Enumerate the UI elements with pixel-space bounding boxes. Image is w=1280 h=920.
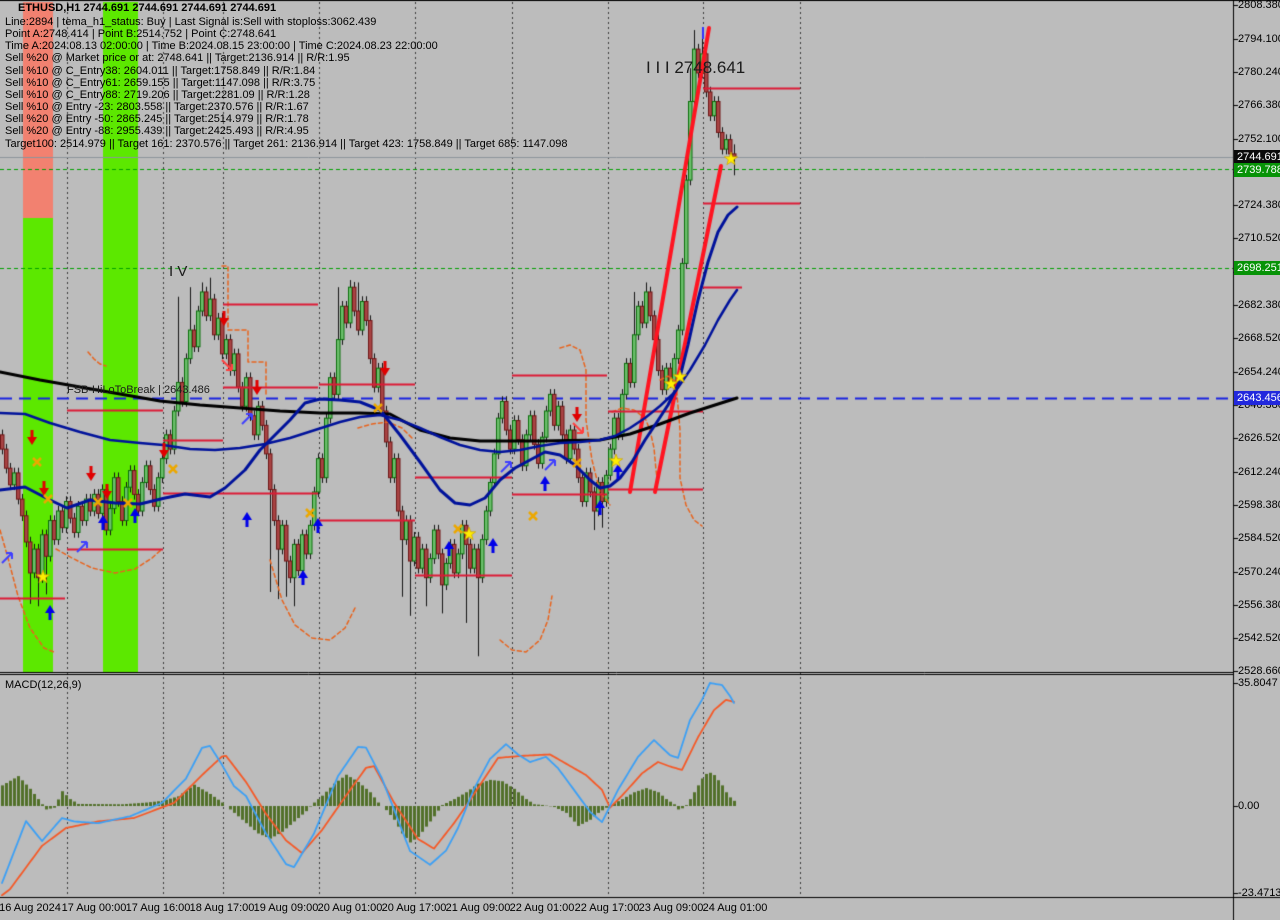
price-axis[interactable]: 2808.380 2794.100 2780.240 2766.380 2752.100… [1234, 0, 1280, 898]
price-badge: 2643.456 [1234, 391, 1280, 405]
sell-market-line: Sell %20 @ Market price or at: 2748.641 … [5, 52, 350, 64]
sell-entry38-line: Sell %10 @ C_Entry38: 2604.011 || Target… [5, 65, 315, 77]
sell-entry-50-line: Sell %20 @ Entry -50: 2865.245 || Target… [5, 113, 309, 125]
times-line: Time A:2024.08.13 02:00:00 | Time B:2024… [5, 40, 438, 52]
elliott-wave3-label: I I I 2748.641 [646, 58, 745, 78]
price-axis-label: 2654.240 [1238, 366, 1280, 378]
time-axis-label: 24 Aug 01:00 [703, 902, 768, 914]
price-axis-label: 2710.520 [1238, 232, 1280, 244]
time-axis-label: 17 Aug 16:00 [126, 902, 191, 914]
time-axis-label: 17 Aug 00:00 [62, 902, 127, 914]
targets-line: Target100: 2514.979 || Target 161: 2370.… [5, 138, 568, 150]
price-axis-label: 2682.380 [1238, 299, 1280, 311]
trading-chart-window: ETHUSD,H1 2744.691 2744.691 2744.691 274… [0, 0, 1280, 920]
price-axis-label: 2724.380 [1238, 199, 1280, 211]
price-axis-label: 2598.380 [1238, 499, 1280, 511]
price-axis-label: 2556.380 [1238, 599, 1280, 611]
time-axis-label: 18 Aug 17:00 [190, 902, 255, 914]
price-axis-label: 2570.240 [1238, 566, 1280, 578]
time-axis-label: 21 Aug 09:00 [446, 902, 511, 914]
elliott-wave4-label: I V [169, 263, 187, 280]
price-axis-label: 2584.520 [1238, 532, 1280, 544]
price-axis-label: 2612.240 [1238, 466, 1280, 478]
time-axis-label: 20 Aug 01:00 [318, 902, 383, 914]
time-axis-label: 23 Aug 09:00 [639, 902, 704, 914]
price-axis-label: 2808.380 [1238, 0, 1280, 11]
price-axis-label: 2626.520 [1238, 432, 1280, 444]
macd-indicator-label: MACD(12,26,9) [5, 679, 81, 691]
sell-entry61-line: Sell %10 @ C_Entry61: 2659.155 || Target… [5, 77, 315, 89]
sell-entry88-line: Sell %10 @ C_Entry88: 2719.206 || Target… [5, 89, 310, 101]
price-axis-label: 2780.240 [1238, 66, 1280, 78]
price-badge: 2739.788 [1234, 163, 1280, 177]
price-badge: 2698.251 [1234, 261, 1280, 275]
price-badge: 2744.691 [1234, 150, 1280, 164]
price-axis-label: 2794.100 [1238, 33, 1280, 45]
time-axis[interactable]: 16 Aug 202417 Aug 00:0017 Aug 16:0018 Au… [0, 898, 1280, 920]
price-axis-label: 2668.520 [1238, 332, 1280, 344]
time-axis-label: 16 Aug 2024 [0, 902, 61, 914]
price-axis-label: 2542.520 [1238, 632, 1280, 644]
price-axis-label: 2752.100 [1238, 133, 1280, 145]
time-axis-label: 22 Aug 01:00 [510, 902, 575, 914]
sell-entry-88-line: Sell %20 @ Entry -88: 2955.439 || Target… [5, 125, 309, 137]
price-axis-label: 2766.380 [1238, 99, 1280, 111]
symbol-ohlc-line: ETHUSD,H1 2744.691 2744.691 2744.691 274… [18, 2, 276, 14]
signal-status-line: Line:2894 | tema_h1_status: Buy | Last S… [5, 16, 376, 28]
price-axis-label: 2528.660 [1238, 665, 1280, 677]
sell-entry-23-line: Sell %10 @ Entry -23: 2803.558 || Target… [5, 101, 309, 113]
points-line: Point A:2748.414 | Point B:2514.752 | Po… [5, 28, 276, 40]
time-axis-label: 20 Aug 17:00 [382, 902, 447, 914]
fsb-hilo-label: FSB-HiLoToBreak | 2643.486 [67, 384, 210, 396]
macd-axis-label: 0.00 [1238, 800, 1259, 812]
macd-axis-label: 35.8047 [1238, 677, 1278, 689]
time-axis-label: 22 Aug 17:00 [575, 902, 640, 914]
time-axis-label: 19 Aug 09:00 [254, 902, 319, 914]
